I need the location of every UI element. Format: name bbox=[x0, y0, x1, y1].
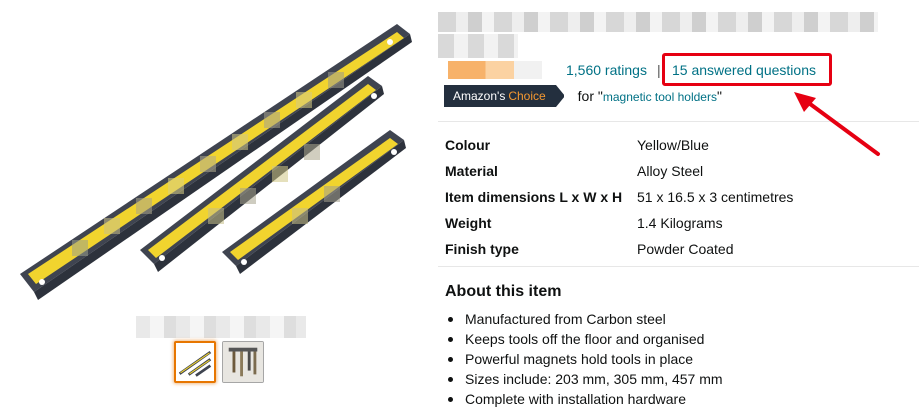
list-item: Sizes include: 203 mm, 305 mm, 457 mm bbox=[445, 369, 723, 389]
red-annotation-arrow-icon bbox=[794, 92, 880, 156]
ratings-separator: | bbox=[656, 62, 661, 78]
spec-row: Weight 1.4 Kilograms bbox=[445, 210, 793, 236]
spec-label: Material bbox=[445, 163, 498, 179]
badge-prefix: Amazon's bbox=[453, 89, 506, 103]
spec-row: Material Alloy Steel bbox=[445, 158, 793, 184]
main-product-image[interactable] bbox=[12, 12, 422, 304]
bullet-text: Powerful magnets hold tools in place bbox=[465, 351, 694, 367]
bullet-icon bbox=[448, 396, 453, 402]
brand-blurred bbox=[438, 34, 518, 58]
spec-row: Colour Yellow/Blue bbox=[445, 132, 793, 158]
amazons-choice-row: Amazon's Choice for "magnetic tool holde… bbox=[444, 85, 722, 107]
for-label: for bbox=[577, 88, 595, 104]
bullet-icon bbox=[448, 316, 453, 322]
keyword-quote-close: " bbox=[716, 88, 722, 104]
about-this-item-heading: About this item bbox=[445, 283, 562, 300]
bullet-text: Manufactured from Carbon steel bbox=[465, 311, 666, 327]
spec-value: Alloy Steel bbox=[637, 163, 704, 179]
spec-value: 1.4 Kilograms bbox=[637, 215, 723, 231]
star-rating-blurred[interactable] bbox=[448, 61, 542, 79]
thumbnail-2[interactable] bbox=[222, 341, 264, 383]
spec-value: 51 x 16.5 x 3 centimetres bbox=[637, 189, 794, 205]
bullet-text: Keeps tools off the floor and organised bbox=[465, 331, 705, 347]
spec-row: Finish type Powder Coated bbox=[445, 236, 793, 262]
bullet-text: Complete with installation hardware bbox=[465, 391, 686, 407]
list-item: Complete with installation hardware bbox=[445, 389, 723, 408]
badge-choice: Choice bbox=[508, 89, 546, 103]
spec-row: Item dimensions L x W x H 51 x 16.5 x 3 … bbox=[445, 184, 793, 210]
product-title-blurred bbox=[438, 12, 878, 32]
feature-bullets: Manufactured from Carbon steel Keeps too… bbox=[445, 309, 723, 408]
thumbnail-strip bbox=[174, 341, 264, 383]
ratings-row: 1,560 ratings | bbox=[566, 62, 671, 78]
blurred-caption bbox=[136, 316, 306, 338]
choice-keyword-text: for "magnetic tool holders" bbox=[578, 88, 722, 104]
answered-questions-link[interactable]: 15 answered questions bbox=[672, 62, 816, 78]
thumbnail-1[interactable] bbox=[174, 341, 216, 383]
list-item: Powerful magnets hold tools in place bbox=[445, 349, 723, 369]
thumbnail-bars-icon bbox=[178, 350, 212, 377]
spec-label: Finish type bbox=[445, 241, 519, 257]
bullet-icon bbox=[448, 376, 453, 382]
spec-label: Colour bbox=[445, 137, 491, 153]
bullet-icon bbox=[448, 356, 453, 362]
spec-value: Yellow/Blue bbox=[637, 137, 709, 153]
list-item: Manufactured from Carbon steel bbox=[445, 309, 723, 329]
product-specs-table: Colour Yellow/Blue Material Alloy Steel … bbox=[445, 132, 793, 262]
keyword-link[interactable]: magnetic tool holders bbox=[603, 90, 717, 104]
bullet-text: Sizes include: 203 mm, 305 mm, 457 mm bbox=[465, 371, 723, 387]
spec-value: Powder Coated bbox=[637, 241, 734, 257]
spec-label: Item dimensions L x W x H bbox=[445, 189, 623, 205]
list-item: Keeps tools off the floor and organised bbox=[445, 329, 723, 349]
amazons-choice-badge[interactable]: Amazon's Choice bbox=[444, 85, 565, 107]
magnetic-tool-holder-image bbox=[20, 24, 412, 300]
divider bbox=[438, 266, 919, 267]
spec-label: Weight bbox=[445, 215, 492, 231]
thumbnail-tools-icon bbox=[223, 342, 263, 382]
ratings-count-link[interactable]: 1,560 ratings bbox=[566, 62, 647, 78]
bullet-icon bbox=[448, 336, 453, 342]
